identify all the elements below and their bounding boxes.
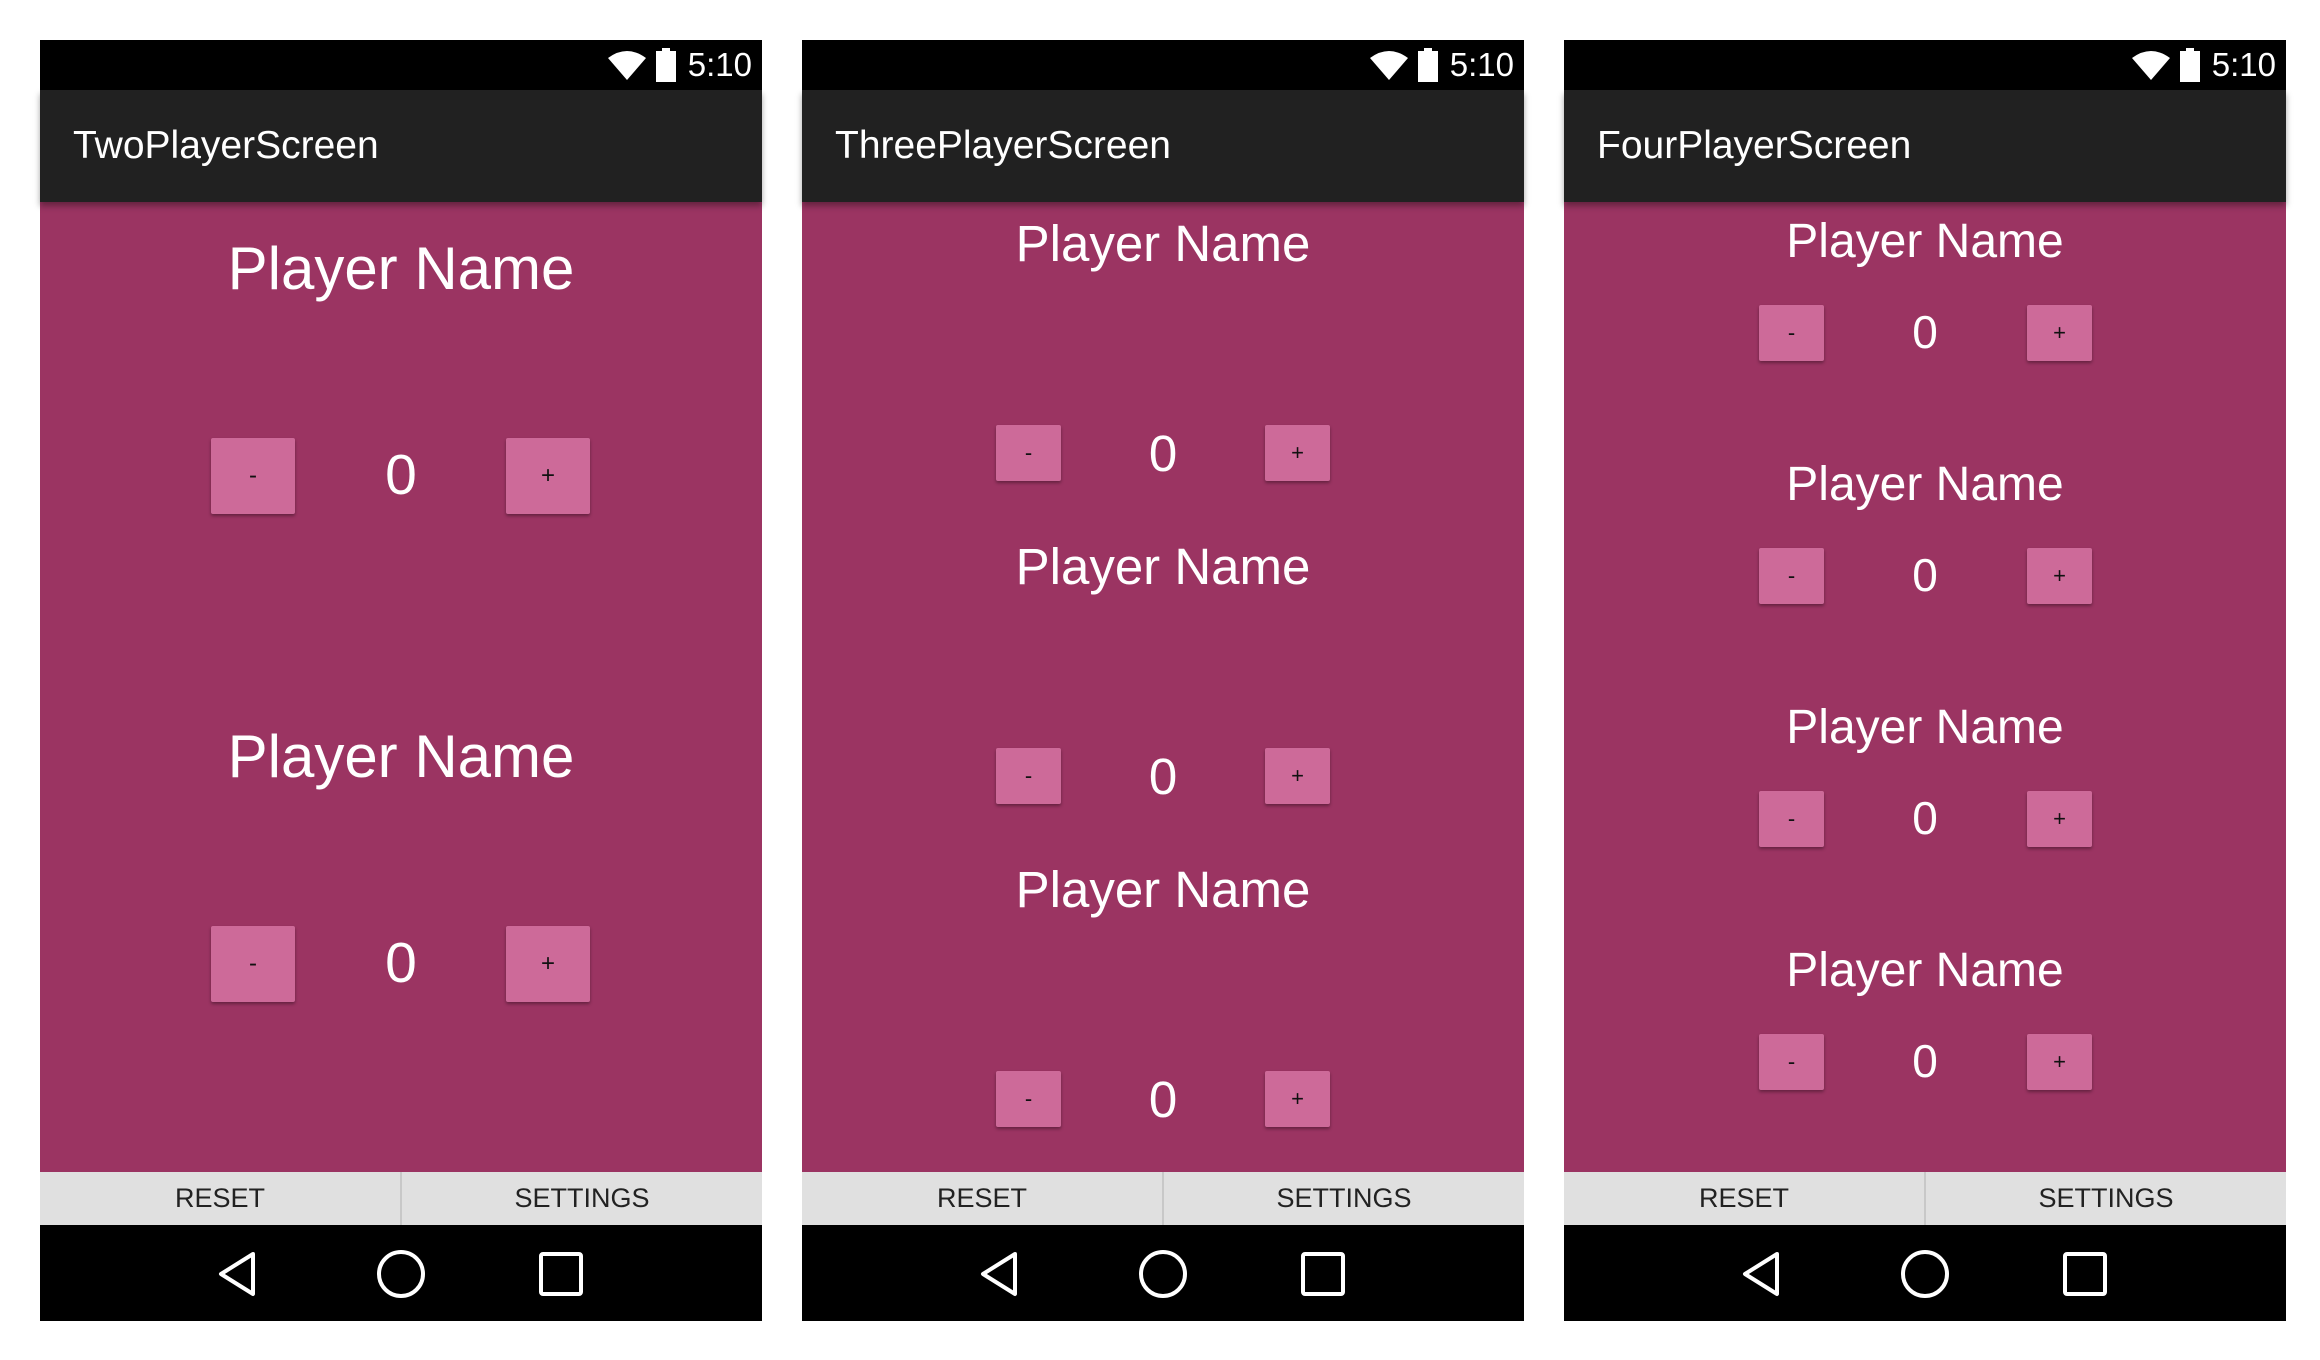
player-score: 0 bbox=[1148, 425, 1178, 482]
player-panel: Player Name - 0 + bbox=[802, 202, 1524, 482]
reset-button[interactable]: RESET bbox=[802, 1172, 1164, 1225]
player-name[interactable]: Player Name bbox=[1564, 457, 2286, 512]
settings-button[interactable]: SETTINGS bbox=[1926, 1172, 2286, 1225]
wifi-icon bbox=[2131, 50, 2170, 80]
home-icon[interactable] bbox=[1138, 1249, 1188, 1299]
increment-button[interactable]: + bbox=[1265, 748, 1330, 804]
status-bar: 5:10 bbox=[802, 40, 1524, 90]
player-score: 0 bbox=[1912, 549, 1938, 601]
app-bar: FourPlayerScreen bbox=[1564, 90, 2286, 202]
recents-icon[interactable] bbox=[2060, 1249, 2110, 1299]
player-panel: Player Name - 0 + bbox=[40, 202, 762, 514]
home-icon[interactable] bbox=[1900, 1249, 1950, 1299]
increment-button[interactable]: + bbox=[2027, 1034, 2092, 1090]
status-bar: 5:10 bbox=[1564, 40, 2286, 90]
navigation-bar bbox=[802, 1225, 1524, 1321]
settings-button[interactable]: SETTINGS bbox=[1164, 1172, 1524, 1225]
player-name[interactable]: Player Name bbox=[1564, 943, 2286, 998]
app-bar: ThreePlayerScreen bbox=[802, 90, 1524, 202]
two-player-phone: 5:10 TwoPlayerScreen Player Name - 0 + P… bbox=[40, 40, 762, 1321]
settings-button[interactable]: SETTINGS bbox=[402, 1172, 762, 1225]
player-score: 0 bbox=[385, 443, 417, 507]
player-name[interactable]: Player Name bbox=[40, 234, 762, 303]
back-icon[interactable] bbox=[1737, 1249, 1787, 1299]
increment-button[interactable]: + bbox=[2027, 305, 2092, 361]
player-name[interactable]: Player Name bbox=[802, 214, 1524, 273]
player-name[interactable]: Player Name bbox=[802, 537, 1524, 596]
bottom-action-bar: RESET SETTINGS bbox=[40, 1172, 762, 1225]
clock: 5:10 bbox=[687, 46, 752, 83]
navigation-bar bbox=[40, 1225, 762, 1321]
increment-button[interactable]: + bbox=[1265, 1071, 1330, 1127]
status-bar: 5:10 bbox=[40, 40, 762, 90]
back-icon[interactable] bbox=[213, 1249, 263, 1299]
three-player-phone: 5:10 ThreePlayerScreen Player Name - 0 +… bbox=[802, 40, 1524, 1321]
increment-button[interactable]: + bbox=[2027, 791, 2092, 847]
screen-title: FourPlayerScreen bbox=[1597, 124, 1912, 167]
increment-button[interactable]: + bbox=[506, 926, 590, 1002]
player-score: 0 bbox=[1148, 748, 1178, 805]
player-score: 0 bbox=[1912, 792, 1938, 844]
four-player-phone: 5:10 FourPlayerScreen Player Name - 0 + … bbox=[1564, 40, 2286, 1321]
bottom-action-bar: RESET SETTINGS bbox=[1564, 1172, 2286, 1225]
screen-title: ThreePlayerScreen bbox=[835, 124, 1171, 167]
player-panel: Player Name - 0 + bbox=[802, 525, 1524, 805]
player-panel: Player Name - 0 + bbox=[802, 848, 1524, 1128]
increment-button[interactable]: + bbox=[506, 438, 590, 514]
back-icon[interactable] bbox=[975, 1249, 1025, 1299]
reset-button[interactable]: RESET bbox=[1564, 1172, 1926, 1225]
player-score: 0 bbox=[385, 931, 417, 995]
scoreboard-area: Player Name - 0 + Player Name - 0 + bbox=[40, 202, 762, 1172]
scoreboard-area: Player Name - 0 + Player Name - 0 + Play… bbox=[802, 202, 1524, 1172]
increment-button[interactable]: + bbox=[1265, 425, 1330, 481]
battery-icon bbox=[655, 48, 676, 82]
bottom-action-bar: RESET SETTINGS bbox=[802, 1172, 1524, 1225]
recents-icon[interactable] bbox=[536, 1249, 586, 1299]
app-bar: TwoPlayerScreen bbox=[40, 90, 762, 202]
screen-title: TwoPlayerScreen bbox=[73, 124, 379, 167]
navigation-bar bbox=[1564, 1225, 2286, 1321]
player-panel: Player Name - 0 + bbox=[40, 692, 762, 1002]
clock: 5:10 bbox=[2211, 46, 2276, 83]
home-icon[interactable] bbox=[376, 1249, 426, 1299]
wifi-icon bbox=[1369, 50, 1408, 80]
wifi-icon bbox=[607, 50, 646, 80]
player-panel: Player Name - 0 + bbox=[1564, 202, 2286, 361]
player-name[interactable]: Player Name bbox=[1564, 700, 2286, 755]
player-score: 0 bbox=[1912, 1035, 1938, 1087]
reset-button[interactable]: RESET bbox=[40, 1172, 402, 1225]
player-name[interactable]: Player Name bbox=[1564, 214, 2286, 269]
player-panel: Player Name - 0 + bbox=[1564, 931, 2286, 1090]
clock: 5:10 bbox=[1449, 46, 1514, 83]
scoreboard-area: Player Name - 0 + Player Name - 0 + Play… bbox=[1564, 202, 2286, 1172]
player-score: 0 bbox=[1148, 1071, 1178, 1128]
battery-icon bbox=[1417, 48, 1438, 82]
player-name[interactable]: Player Name bbox=[40, 722, 762, 791]
recents-icon[interactable] bbox=[1298, 1249, 1348, 1299]
increment-button[interactable]: + bbox=[2027, 548, 2092, 604]
player-panel: Player Name - 0 + bbox=[1564, 445, 2286, 604]
player-score: 0 bbox=[1912, 306, 1938, 358]
battery-icon bbox=[2179, 48, 2200, 82]
player-name[interactable]: Player Name bbox=[802, 860, 1524, 919]
player-panel: Player Name - 0 + bbox=[1564, 688, 2286, 847]
